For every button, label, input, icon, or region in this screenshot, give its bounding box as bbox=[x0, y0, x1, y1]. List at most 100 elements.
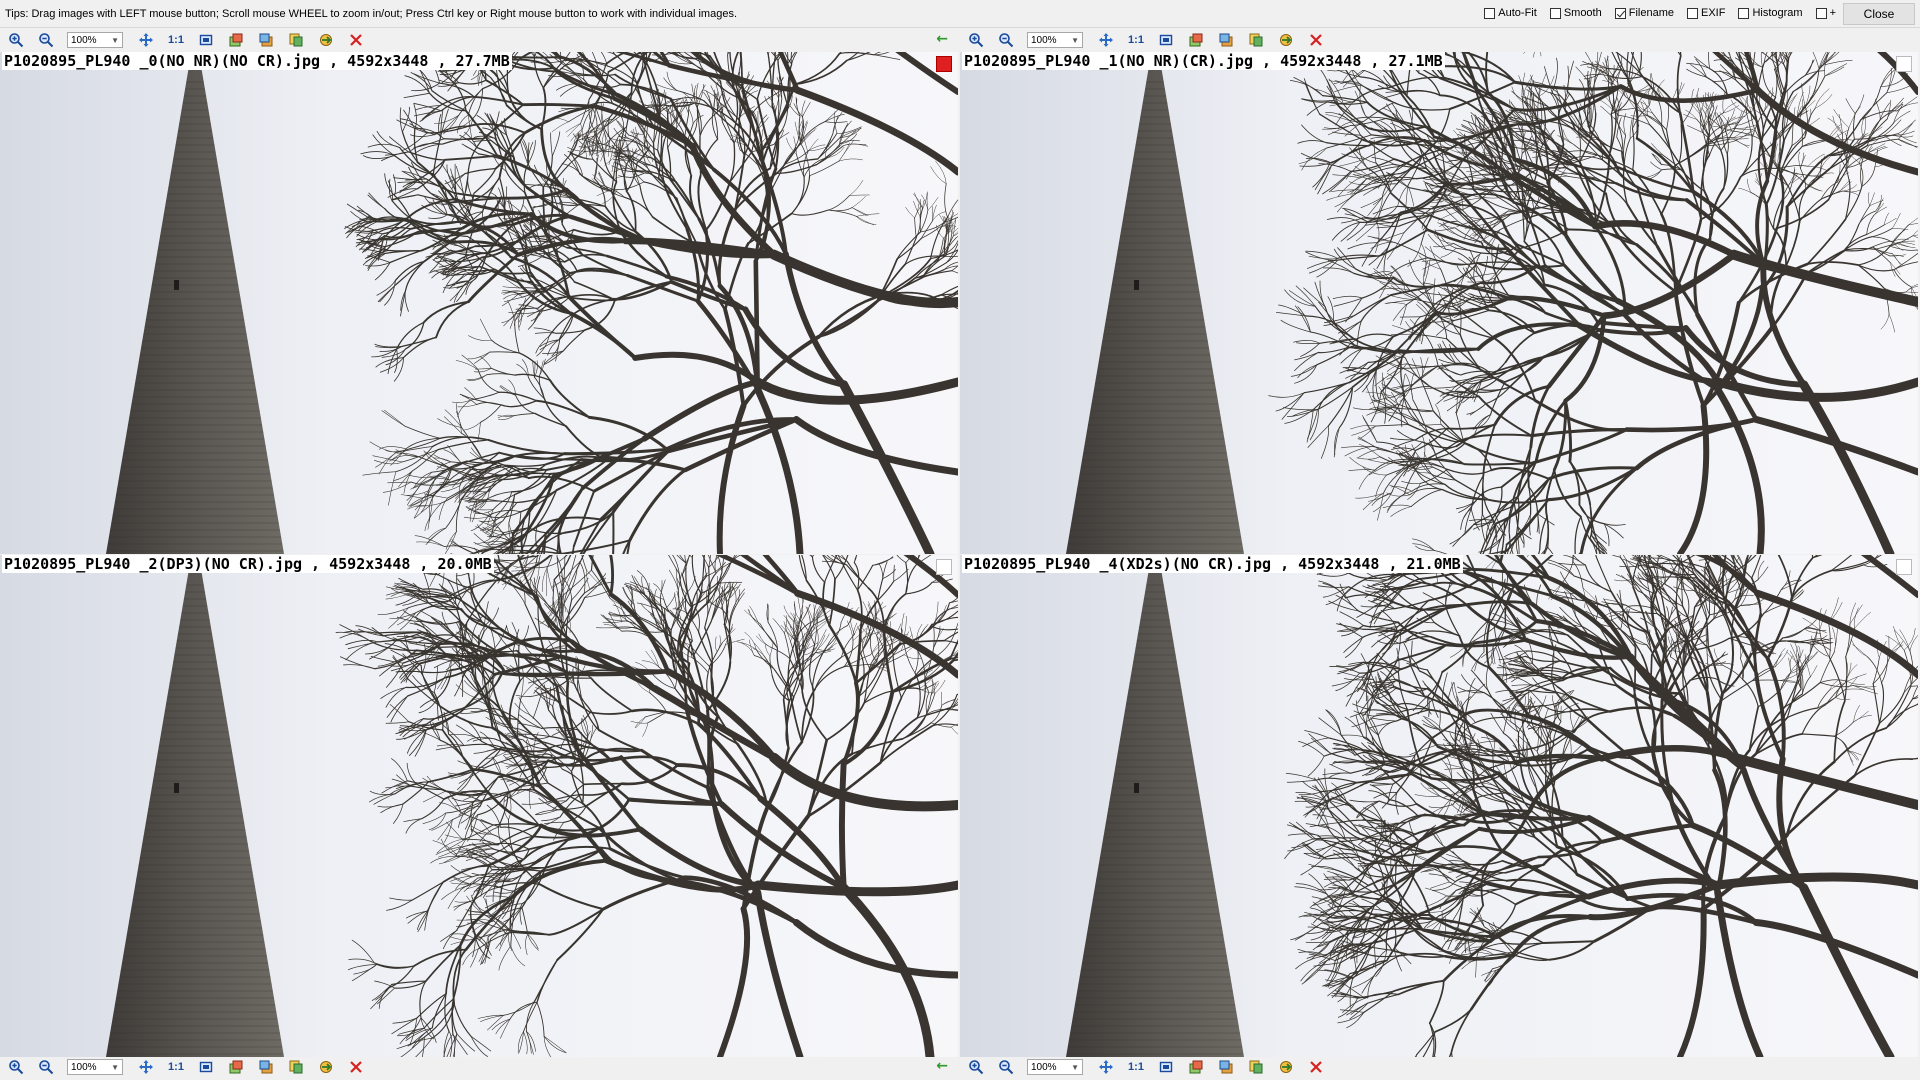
actual-size-icon bbox=[1159, 34, 1173, 46]
fit-button[interactable] bbox=[137, 1058, 155, 1076]
zoom-select[interactable]: 100% ▼ bbox=[1027, 1059, 1083, 1075]
rotate-left-icon bbox=[1189, 33, 1203, 47]
fit-icon bbox=[139, 33, 153, 47]
zoom-out-button[interactable] bbox=[37, 1058, 55, 1076]
chevron-down-icon: ▼ bbox=[1071, 35, 1079, 45]
zoom-in-button[interactable] bbox=[7, 1058, 25, 1076]
rotate-right-icon bbox=[1219, 33, 1233, 47]
panel-select-toggle[interactable] bbox=[1896, 559, 1912, 575]
close-x-button[interactable] bbox=[1307, 31, 1325, 49]
actual-size-button[interactable] bbox=[1157, 31, 1175, 49]
fit-button[interactable] bbox=[137, 31, 155, 49]
image-panel[interactable]: P1020895_PL940 _2(DP3)(NO CR).jpg , 4592… bbox=[0, 555, 958, 1057]
zoom-in-icon bbox=[9, 1060, 24, 1075]
panel-select-toggle[interactable] bbox=[936, 56, 952, 72]
zoom-out-icon bbox=[999, 33, 1014, 48]
copy-button[interactable] bbox=[287, 31, 305, 49]
sync-arrow-icon[interactable]: ← bbox=[936, 1058, 948, 1074]
toolbar-bottom-left: 100% ▼ 1:1 ← bbox=[0, 1055, 960, 1079]
chevron-down-icon: ▼ bbox=[1071, 1062, 1079, 1072]
sync-arrow-icon[interactable]: ← bbox=[936, 31, 948, 47]
image-compare-window: Tips: Drag images with LEFT mouse button… bbox=[0, 0, 1920, 1080]
plus-checkbox[interactable] bbox=[1815, 7, 1827, 19]
zoom-value: 100% bbox=[71, 1061, 97, 1073]
image-filename-label: P1020895_PL940 _2(DP3)(NO CR).jpg , 4592… bbox=[2, 555, 494, 573]
rotate-right-button[interactable] bbox=[1217, 31, 1235, 49]
option-filename[interactable]: Filename bbox=[1614, 7, 1674, 19]
zoom-select[interactable]: 100% ▼ bbox=[1027, 32, 1083, 48]
copy-icon bbox=[289, 1060, 303, 1074]
rotate-left-icon bbox=[229, 1060, 243, 1074]
actual-size-icon bbox=[1159, 1061, 1173, 1073]
panel-select-toggle[interactable] bbox=[936, 559, 952, 575]
rotate-left-button[interactable] bbox=[227, 1058, 245, 1076]
close-x-button[interactable] bbox=[347, 31, 365, 49]
smooth-checkbox[interactable] bbox=[1549, 7, 1561, 19]
panel-select-toggle[interactable] bbox=[1896, 56, 1912, 72]
chevron-down-icon: ▼ bbox=[111, 35, 119, 45]
one-to-one-button[interactable]: 1:1 bbox=[1127, 34, 1145, 46]
rotate-right-button[interactable] bbox=[257, 1058, 275, 1076]
zoom-select[interactable]: 100% ▼ bbox=[67, 1059, 123, 1075]
exif-checkbox[interactable] bbox=[1686, 7, 1698, 19]
copy-button[interactable] bbox=[1247, 1058, 1265, 1076]
histogram-checkbox[interactable] bbox=[1738, 7, 1750, 19]
zoom-value: 100% bbox=[1031, 1061, 1057, 1073]
zoom-in-icon bbox=[9, 33, 24, 48]
actual-size-button[interactable] bbox=[197, 31, 215, 49]
zoom-in-icon bbox=[969, 1060, 984, 1075]
option-smooth[interactable]: Smooth bbox=[1549, 7, 1602, 19]
image-filename-label: P1020895_PL940 _4(XD2s)(NO CR).jpg , 459… bbox=[962, 555, 1463, 573]
fit-icon bbox=[139, 1060, 153, 1074]
image-panel[interactable]: P1020895_PL940 _1(NO NR)(CR).jpg , 4592x… bbox=[960, 52, 1918, 554]
rotate-left-button[interactable] bbox=[1187, 1058, 1205, 1076]
copy-button[interactable] bbox=[287, 1058, 305, 1076]
rotate-left-button[interactable] bbox=[1187, 31, 1205, 49]
zoom-select[interactable]: 100% ▼ bbox=[67, 32, 123, 48]
refresh-icon bbox=[1280, 34, 1292, 46]
one-to-one-button[interactable]: 1:1 bbox=[167, 1061, 185, 1073]
fit-icon bbox=[1099, 33, 1113, 47]
image-panel[interactable]: P1020895_PL940 _4(XD2s)(NO CR).jpg , 459… bbox=[960, 555, 1918, 1057]
toolbar-bottom-right: 100% ▼ 1:1 bbox=[960, 1055, 1920, 1079]
refresh-button[interactable] bbox=[317, 31, 335, 49]
copy-icon bbox=[1249, 1060, 1263, 1074]
actual-size-button[interactable] bbox=[197, 1058, 215, 1076]
option-plus[interactable]: + bbox=[1815, 7, 1836, 19]
filename-checkbox[interactable] bbox=[1614, 7, 1626, 19]
close-button[interactable]: Close bbox=[1843, 3, 1915, 25]
refresh-button[interactable] bbox=[317, 1058, 335, 1076]
rotate-left-button[interactable] bbox=[227, 31, 245, 49]
option-auto-fit[interactable]: Auto-Fit bbox=[1484, 7, 1537, 19]
zoom-out-icon bbox=[39, 1060, 54, 1075]
zoom-in-button[interactable] bbox=[967, 1058, 985, 1076]
auto-fit-checkbox[interactable] bbox=[1484, 7, 1496, 19]
close-x-icon bbox=[350, 34, 362, 46]
close-x-button[interactable] bbox=[1307, 1058, 1325, 1076]
copy-button[interactable] bbox=[1247, 31, 1265, 49]
rotate-right-button[interactable] bbox=[257, 31, 275, 49]
fit-button[interactable] bbox=[1097, 1058, 1115, 1076]
refresh-icon bbox=[320, 34, 332, 46]
actual-size-icon bbox=[199, 34, 213, 46]
rotate-left-icon bbox=[1189, 1060, 1203, 1074]
refresh-button[interactable] bbox=[1277, 1058, 1295, 1076]
toolbar-top-left: 100% ▼ 1:1 ← bbox=[0, 28, 960, 52]
one-to-one-button[interactable]: 1:1 bbox=[1127, 1061, 1145, 1073]
zoom-in-button[interactable] bbox=[967, 31, 985, 49]
fit-button[interactable] bbox=[1097, 31, 1115, 49]
zoom-out-button[interactable] bbox=[37, 31, 55, 49]
rotate-right-button[interactable] bbox=[1217, 1058, 1235, 1076]
close-x-icon bbox=[1310, 1061, 1322, 1073]
zoom-in-button[interactable] bbox=[7, 31, 25, 49]
one-to-one-button[interactable]: 1:1 bbox=[167, 34, 185, 46]
refresh-button[interactable] bbox=[1277, 31, 1295, 49]
option-histogram[interactable]: Histogram bbox=[1738, 7, 1803, 19]
zoom-out-button[interactable] bbox=[997, 1058, 1015, 1076]
option-exif[interactable]: EXIF bbox=[1686, 7, 1725, 19]
actual-size-button[interactable] bbox=[1157, 1058, 1175, 1076]
zoom-out-button[interactable] bbox=[997, 31, 1015, 49]
close-x-button[interactable] bbox=[347, 1058, 365, 1076]
image-panel[interactable]: P1020895_PL940 _0(NO NR)(NO CR).jpg , 45… bbox=[0, 52, 958, 554]
fit-icon bbox=[1099, 1060, 1113, 1074]
